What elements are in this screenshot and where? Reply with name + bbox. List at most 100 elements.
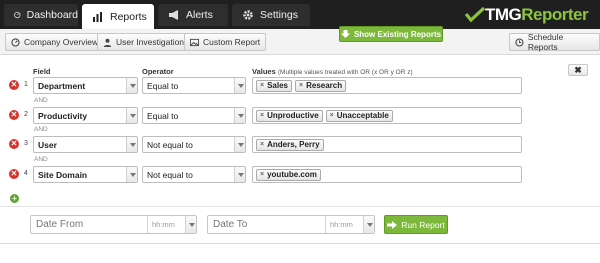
schedule-reports-label: Schedule Reports	[527, 32, 564, 52]
operator-select[interactable]: Not equal to	[142, 136, 246, 153]
tab-label: Dashboard	[26, 9, 78, 21]
tab-alerts[interactable]: Alerts	[158, 4, 228, 26]
values-input[interactable]: × Anders, Perry	[252, 136, 522, 153]
tab-settings[interactable]: Settings	[232, 4, 310, 26]
close-button[interactable]: ✖	[568, 64, 588, 76]
date-from-input[interactable]: Date From	[31, 219, 147, 230]
footer-divider	[0, 243, 600, 244]
values-header-label: Values	[252, 67, 276, 76]
run-report-label: Run Report	[401, 219, 445, 230]
show-existing-label: Show Existing Reports	[353, 29, 442, 39]
condition-number: 1	[24, 81, 28, 88]
chevron-down-icon[interactable]	[363, 216, 374, 233]
operator-select[interactable]: Equal to	[142, 77, 246, 94]
divider	[0, 206, 600, 207]
field-select[interactable]: Productivity	[33, 107, 138, 124]
field-select[interactable]: Site Domain	[33, 166, 138, 183]
show-existing-reports-button[interactable]: Show Existing Reports	[339, 26, 443, 42]
user-investigation-label: User Investigation	[116, 37, 185, 47]
condition-number: 3	[24, 140, 28, 147]
arrow-right-icon	[387, 220, 398, 229]
chip-remove-icon[interactable]: ×	[260, 141, 264, 148]
operator-select[interactable]: Not equal to	[142, 166, 246, 183]
field-value: Department	[38, 80, 86, 91]
condition-number: 4	[24, 170, 28, 177]
operator-value: Not equal to	[147, 139, 193, 150]
dashboard-gauge-icon	[14, 11, 21, 19]
and-label: AND	[34, 126, 48, 133]
top-nav-bar: Dashboard Reports Alerts Settings TMG Re…	[0, 0, 600, 29]
schedule-reports-button[interactable]: Schedule Reports	[509, 32, 600, 52]
value-chip[interactable]: × Unacceptable	[325, 109, 393, 122]
chip-remove-icon[interactable]: ×	[299, 82, 303, 89]
operator-value: Not equal to	[147, 169, 193, 180]
values-input[interactable]: × youtube.com	[252, 166, 522, 183]
value-chip[interactable]: × Unproductive	[256, 109, 323, 122]
operator-value: Equal to	[147, 80, 179, 91]
megaphone-icon	[169, 10, 178, 20]
chip-label: Research	[306, 81, 343, 90]
arrow-down-icon	[340, 30, 350, 38]
value-chip[interactable]: × youtube.com	[256, 168, 321, 181]
run-report-button[interactable]: Run Report	[384, 215, 448, 234]
date-from-field[interactable]: Date From hh:mm	[30, 215, 197, 234]
company-overview-button[interactable]: Company Overview	[5, 33, 105, 51]
remove-condition-icon[interactable]: ✕	[9, 169, 19, 179]
chip-label: youtube.com	[267, 170, 317, 179]
clock-icon	[515, 37, 524, 47]
gear-icon	[243, 10, 253, 20]
chip-label: Sales	[267, 81, 288, 90]
time-from-input[interactable]: hh:mm	[147, 216, 185, 233]
values-input[interactable]: × Unproductive × Unacceptable	[252, 107, 522, 124]
tab-label: Settings	[260, 9, 298, 21]
value-chip[interactable]: × Anders, Perry	[256, 138, 324, 151]
tab-dashboard[interactable]: Dashboard	[4, 4, 78, 26]
logo-tmg: TMG	[485, 5, 522, 24]
chip-remove-icon[interactable]: ×	[260, 171, 264, 178]
field-select[interactable]: Department	[33, 77, 138, 94]
chip-remove-icon[interactable]: ×	[260, 82, 264, 89]
chevron-down-icon	[126, 167, 137, 182]
operator-select[interactable]: Equal to	[142, 107, 246, 124]
date-to-input[interactable]: Date To	[208, 219, 325, 230]
company-overview-label: Company Overview	[24, 37, 99, 47]
chevron-down-icon	[234, 137, 245, 152]
tab-reports[interactable]: Reports	[82, 4, 154, 29]
chip-remove-icon[interactable]: ×	[260, 112, 264, 119]
operator-header: Operator	[142, 67, 174, 76]
field-value: User	[38, 139, 57, 150]
report-toolbar: Company Overview User Investigation Cust…	[0, 29, 600, 55]
remove-condition-icon[interactable]: ✕	[9, 110, 19, 120]
date-to-field[interactable]: Date To hh:mm	[207, 215, 375, 234]
values-header: Values (Multiple values treated with OR …	[252, 67, 413, 76]
bar-chart-icon	[93, 11, 102, 22]
operator-value: Equal to	[147, 110, 179, 121]
value-chip[interactable]: × Research	[295, 79, 347, 92]
add-condition-icon[interactable]: +	[10, 194, 19, 203]
field-select[interactable]: User	[33, 136, 138, 153]
custom-report-button[interactable]: Custom Report	[184, 33, 267, 51]
chevron-down-icon	[126, 78, 137, 93]
chevron-down-icon	[126, 108, 137, 123]
field-value: Productivity	[38, 110, 88, 121]
logo-reporter: Reporter	[521, 5, 589, 24]
chip-label: Unproductive	[267, 111, 319, 120]
chevron-down-icon[interactable]	[185, 216, 196, 233]
user-investigation-button[interactable]: User Investigation	[97, 33, 191, 51]
values-input[interactable]: × Sales × Research	[252, 77, 522, 94]
chip-remove-icon[interactable]: ×	[330, 112, 334, 119]
remove-condition-icon[interactable]: ✕	[9, 139, 19, 149]
condition-number: 2	[24, 111, 28, 118]
custom-report-label: Custom Report	[203, 37, 261, 47]
remove-condition-icon[interactable]: ✕	[9, 80, 19, 90]
field-header: Field	[33, 67, 51, 76]
image-icon	[190, 38, 199, 46]
gauge-icon	[11, 37, 20, 47]
and-label: AND	[34, 97, 48, 104]
chevron-down-icon	[126, 137, 137, 152]
time-to-input[interactable]: hh:mm	[325, 216, 363, 233]
tab-label: Reports	[110, 10, 147, 23]
chevron-down-icon	[234, 108, 245, 123]
value-chip[interactable]: × Sales	[256, 79, 292, 92]
chevron-down-icon	[234, 167, 245, 182]
